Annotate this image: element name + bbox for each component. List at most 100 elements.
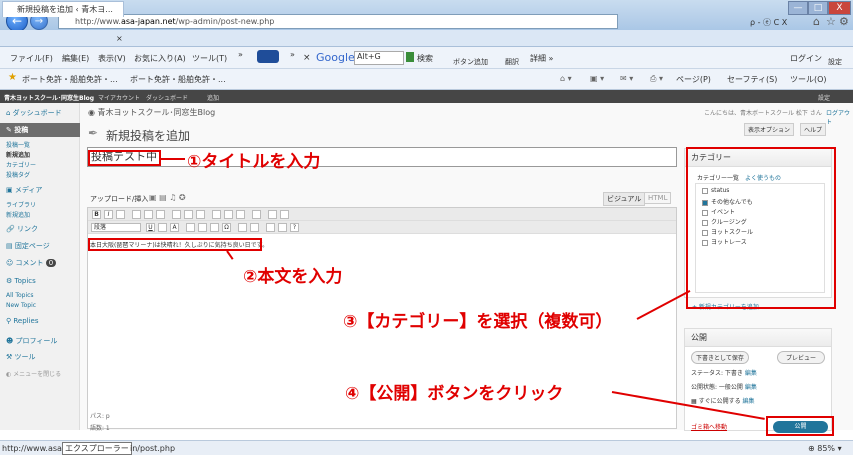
sidebar-item-new-post[interactable]: 新規追加 (0, 150, 80, 159)
sidebar-item-library[interactable]: ライブラリ (0, 200, 80, 209)
preview-button[interactable]: プレビュー (777, 351, 826, 364)
zoom-level[interactable]: ⊕ 85% ▾ (808, 444, 842, 453)
number-list-button[interactable] (144, 210, 153, 219)
status-edit-link[interactable]: 編集 (745, 370, 757, 377)
browser-tab[interactable]: 新規投稿を追加 ‹ 青木ヨ... (2, 1, 124, 17)
sidebar-collapse[interactable]: ◐ メニューを閉じる (0, 369, 80, 378)
media-upload-icons[interactable]: ▣ ▤ ♫ ✪ (149, 193, 186, 202)
add-button-button[interactable]: ボタン追加 (453, 57, 488, 67)
format-select[interactable]: 段落 (91, 223, 141, 232)
sidebar-item-replies[interactable]: ⚲ Replies (0, 317, 80, 325)
search-refresh-controls[interactable]: ρ - ⓔ C X (750, 17, 787, 28)
site-name-header[interactable]: ◉ 青木ヨットスクール･同窓生Blog (88, 107, 215, 118)
underline-button[interactable]: U (146, 223, 155, 232)
tools-menu[interactable]: ツール(O) (790, 74, 827, 85)
sidebar-item-dashboard[interactable]: ⌂ ダッシュボード (0, 108, 80, 118)
home-icon[interactable]: ⌂ (813, 15, 820, 28)
indent-button[interactable] (250, 223, 259, 232)
address-bar[interactable]: http://www.asa-japan.net/wp-admin/post-n… (58, 14, 618, 29)
link-button[interactable] (212, 210, 221, 219)
settings-link[interactable]: 設定 (828, 57, 842, 67)
post-title-input[interactable]: 投稿テスト中 (87, 147, 677, 167)
menu-file[interactable]: ファイル(F) (10, 53, 53, 64)
favorite-link-1[interactable]: ボート免許・船舶免許・... (22, 74, 118, 85)
align-right-button[interactable] (196, 210, 205, 219)
page-menu[interactable]: ページ(P) (676, 74, 711, 85)
bold-button[interactable]: B (92, 210, 101, 219)
paste-word-button[interactable] (198, 223, 207, 232)
menu-edit[interactable]: 編集(E) (62, 53, 89, 64)
sidebar-item-new-topic[interactable]: New Topic (0, 302, 80, 309)
sidebar-item-posts-list[interactable]: 投稿一覧 (0, 140, 80, 149)
tab-visual[interactable]: ビジュアル (603, 192, 646, 206)
help-editor-button[interactable]: ? (290, 223, 299, 232)
mail-icon[interactable]: ✉ ▾ (620, 74, 633, 83)
close-window-button[interactable]: X (828, 1, 851, 15)
bullet-list-button[interactable] (132, 210, 141, 219)
safety-menu[interactable]: セーフティ(S) (727, 74, 777, 85)
sidebar-item-tags[interactable]: 投稿タグ (0, 170, 80, 179)
favorites-star-icon[interactable]: ★ (8, 72, 17, 83)
logout-link[interactable]: ログアウト (826, 108, 853, 126)
wpbar-dashboard[interactable]: ダッシュボード (146, 93, 188, 102)
sidebar-item-topics[interactable]: ⚙ Topics (0, 277, 80, 285)
wpbar-settings[interactable]: 設定 (818, 93, 830, 102)
wpbar-account[interactable]: マイアカウント (98, 93, 140, 102)
visibility-edit-link[interactable]: 編集 (745, 384, 757, 391)
sidebar-item-media[interactable]: ▣ メディア (0, 185, 80, 195)
remove-format-button[interactable] (210, 223, 219, 232)
google-search-input[interactable]: Alt+G (354, 51, 404, 65)
sidebar-item-category[interactable]: カテゴリー (0, 160, 80, 169)
feeds-icon[interactable]: ▣ ▾ (590, 74, 604, 83)
sidebar-item-profile[interactable]: ☻ プロフィール (0, 336, 80, 346)
special-char-button[interactable]: Ω (222, 223, 231, 232)
sidebar-item-tools[interactable]: ⚒ ツール (0, 352, 80, 362)
spellcheck-button[interactable] (252, 210, 261, 219)
translate-button[interactable]: 翻訳 (505, 57, 519, 67)
close-toolbar-icon[interactable]: × (303, 53, 311, 63)
more-tag-button[interactable] (236, 210, 245, 219)
italic-button[interactable]: I (104, 210, 113, 219)
home-menu-icon[interactable]: ⌂ ▾ (560, 74, 572, 83)
sidebar-item-links[interactable]: 🔗 リンク (0, 224, 80, 234)
strike-button[interactable] (116, 210, 125, 219)
wpbar-site[interactable]: 青木ヨットスクール･同窓生Blog (4, 93, 94, 102)
menu-tools[interactable]: ツール(T) (192, 53, 227, 64)
toolbar-widget-icon[interactable] (257, 50, 279, 63)
tab-html[interactable]: HTML (644, 192, 672, 204)
redo-button[interactable] (278, 223, 287, 232)
menu-view[interactable]: 表示(V) (98, 53, 126, 64)
sidebar-item-posts[interactable]: ✎ 投稿 (0, 123, 80, 137)
justify-button[interactable] (158, 223, 167, 232)
search-button[interactable]: 検索 (417, 53, 433, 64)
menu-more[interactable]: » (238, 50, 243, 59)
favorite-link-2[interactable]: ボート免許・船舶免許・... (130, 74, 226, 85)
save-draft-button[interactable]: 下書きとして保存 (691, 351, 749, 364)
schedule-edit-link[interactable]: 編集 (743, 398, 755, 405)
kitchen-sink-button[interactable] (280, 210, 289, 219)
star-icon[interactable]: ☆ (826, 15, 836, 28)
menu-more-2[interactable]: » (290, 50, 295, 59)
sidebar-item-all-topics[interactable]: All Topics (0, 292, 80, 299)
wpbar-new[interactable]: 追加 (207, 93, 219, 102)
sidebar-item-comments[interactable]: ☺ コメント 0 (0, 258, 80, 268)
print-icon[interactable]: ⎙ ▾ (650, 74, 663, 84)
fullscreen-button[interactable] (268, 210, 277, 219)
align-left-button[interactable] (172, 210, 181, 219)
undo-button[interactable] (266, 223, 275, 232)
gear-icon[interactable]: ⚙ (839, 15, 849, 28)
screen-options-button[interactable]: 表示オプション (744, 123, 795, 136)
text-color-button[interactable]: A (170, 223, 179, 232)
menu-favorites[interactable]: お気に入り(A) (134, 53, 186, 64)
unlink-button[interactable] (224, 210, 233, 219)
sidebar-item-pages[interactable]: ▤ 固定ページ (0, 241, 80, 251)
minimize-button[interactable]: — (788, 1, 808, 15)
maximize-button[interactable]: □ (808, 1, 828, 15)
sidebar-item-media-new[interactable]: 新規追加 (0, 210, 80, 219)
outdent-button[interactable] (238, 223, 247, 232)
tab-close-icon[interactable]: × (116, 34, 123, 43)
trash-link[interactable]: ゴミ箱へ移動 (691, 422, 727, 431)
quote-button[interactable] (156, 210, 165, 219)
paste-text-button[interactable] (186, 223, 195, 232)
detail-button[interactable]: 詳細 » (530, 53, 553, 64)
